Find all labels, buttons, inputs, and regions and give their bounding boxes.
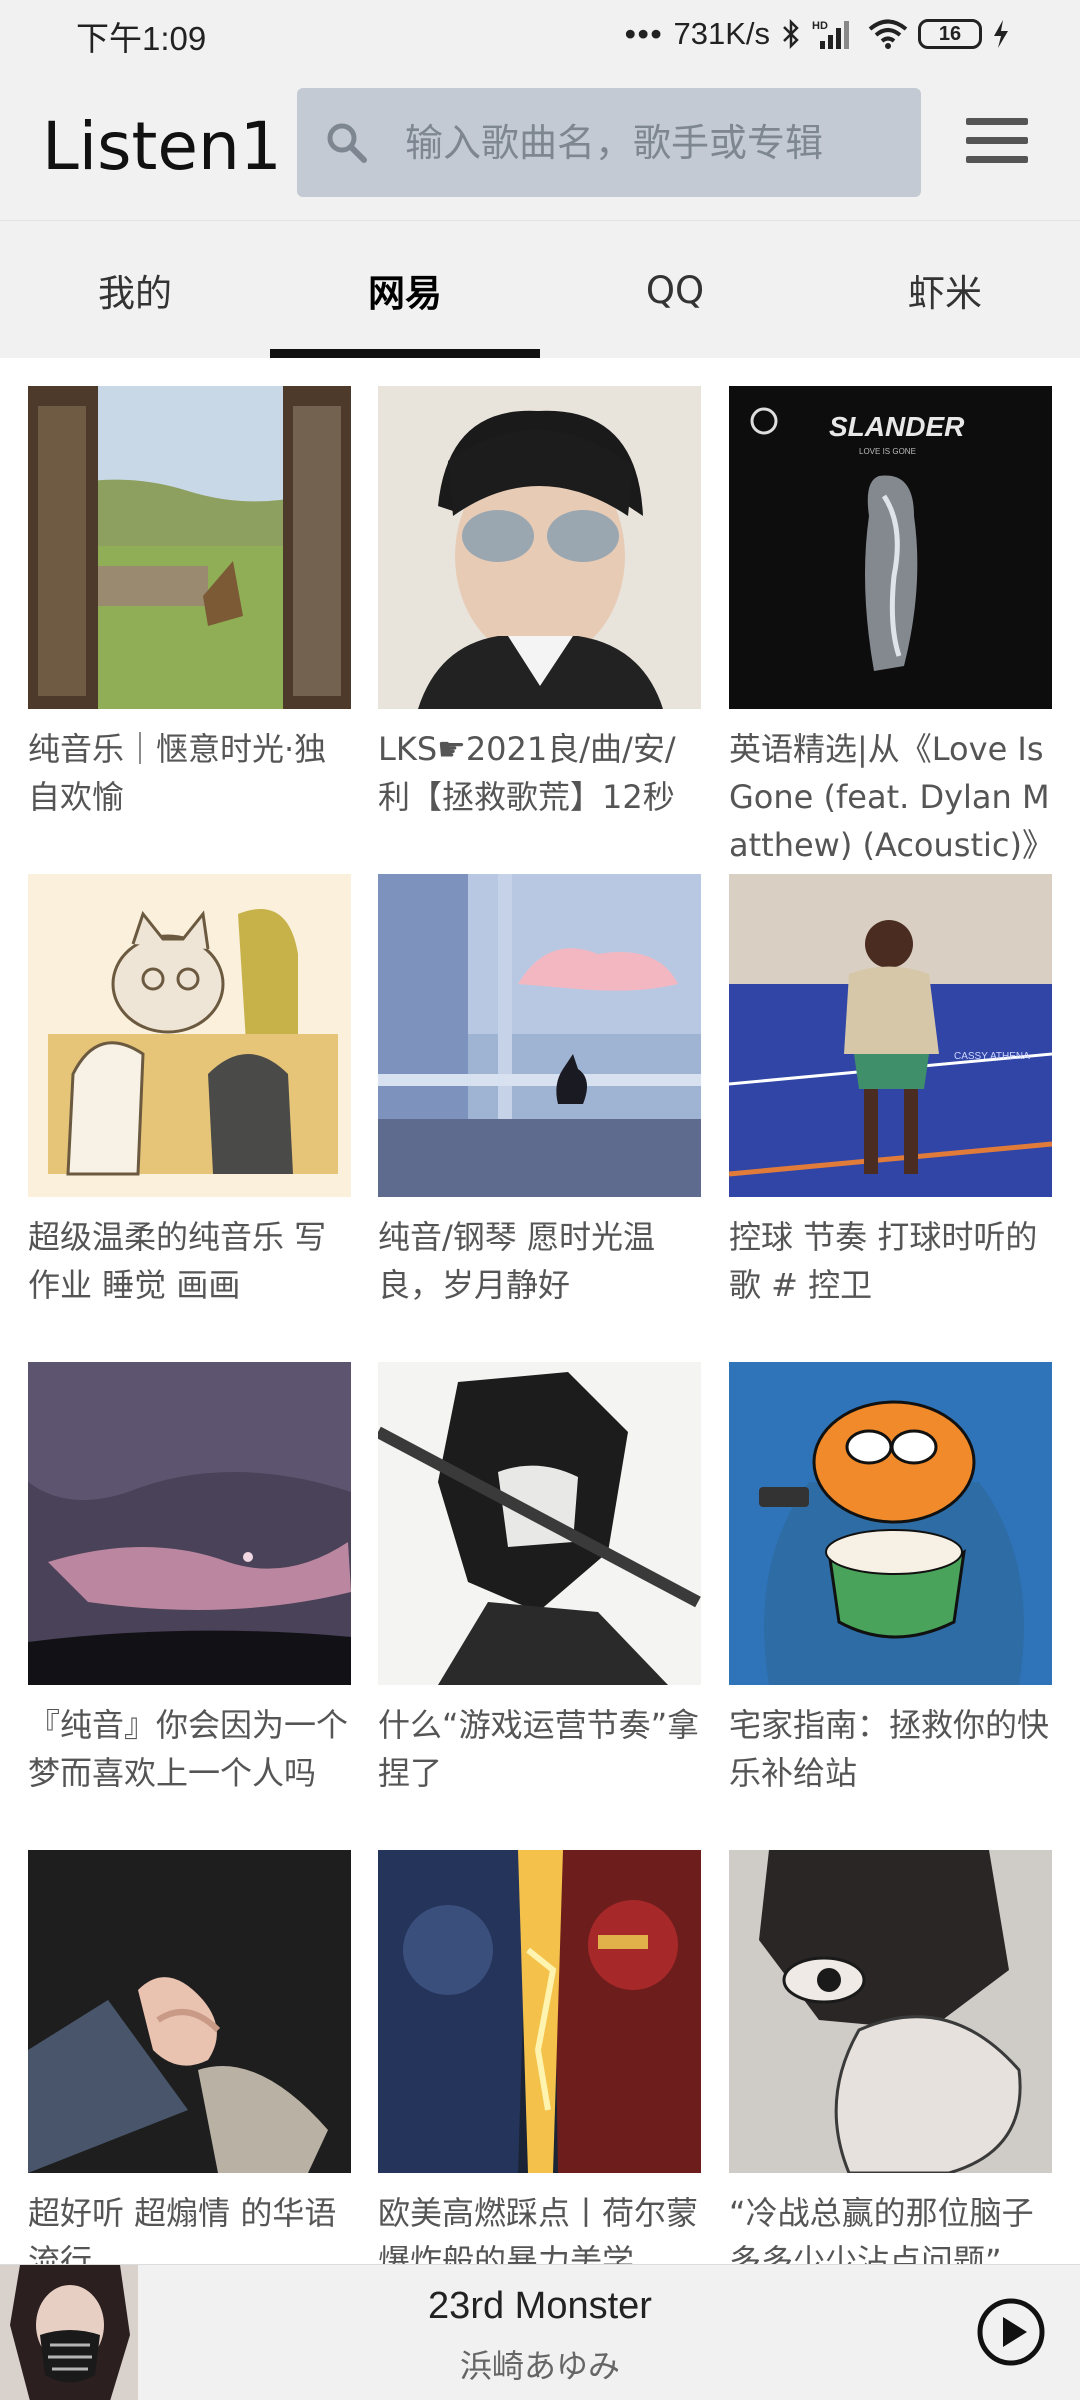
- wifi-icon: [868, 19, 908, 49]
- playlist-title: 纯音乐｜惬意时光·独自欢愉: [28, 730, 327, 816]
- bluetooth-icon: [783, 18, 799, 50]
- hd-signal-icon: HD: [812, 20, 849, 49]
- playlist-title: 欧美高燃踩点丨荷尔蒙爆炸般的暴力美学: [378, 2194, 699, 2264]
- tab-xiami[interactable]: 虾米: [810, 221, 1080, 359]
- app-title: Listen1: [42, 108, 282, 185]
- playlist-title: 纯音/钢琴 愿时光温良，岁月静好: [378, 1218, 655, 1304]
- playlist-title: LKS☛2021良/曲/安/利【拯救歌荒】12秒: [378, 730, 676, 816]
- playlist-cover: SLANDER LOVE IS GONE: [729, 386, 1052, 709]
- cover-logo-text: SLANDER: [829, 411, 965, 442]
- playlist-card[interactable]: 超级温柔的纯音乐 写作业 睡觉 画画: [28, 874, 351, 1357]
- playlist-card[interactable]: 宅家指南：拯救你的快乐补给站: [729, 1362, 1052, 1845]
- playlist-title: 英语精选|从《Love Is Gone (feat. Dylan Matthew…: [729, 730, 1050, 864]
- cover-jersey-text: CASSY ATHENA: [954, 1051, 1030, 1062]
- playlist-card[interactable]: 纯音乐｜惬意时光·独自欢愉: [28, 386, 351, 869]
- battery-icon: 16: [918, 19, 982, 49]
- playlist-title: 什么“游戏运营节奏”拿捏了: [378, 1706, 700, 1792]
- playlist-card[interactable]: “冷战总赢的那位脑子多多少少沾点问题”: [729, 1850, 1052, 2264]
- playlist-card[interactable]: 欧美高燃踩点丨荷尔蒙爆炸般的暴力美学: [378, 1850, 701, 2264]
- playlist-card[interactable]: CASSY ATHENA 控球 节奏 打球时听的歌 # 控卫: [729, 874, 1052, 1357]
- playlist-title: 超好听 超煽情 的华语流行: [28, 2194, 337, 2264]
- menu-line: [966, 156, 1028, 163]
- playlist-cover: [729, 1850, 1052, 2173]
- network-speed: 731K/s: [673, 16, 770, 51]
- playlist-cover: [378, 1850, 701, 2173]
- playlist-cover: [378, 874, 701, 1197]
- playlist-cover: [28, 1850, 351, 2173]
- now-playing-bar[interactable]: 23rd Monster 浜崎あゆみ: [0, 2264, 1080, 2400]
- playlist-title: 超级温柔的纯音乐 写作业 睡觉 画画: [28, 1218, 327, 1304]
- playlist-cover: [378, 1362, 701, 1685]
- status-time: 下午1:09: [76, 20, 207, 57]
- playlist-card[interactable]: 『纯音』你会因为一个梦而喜欢上一个人吗: [28, 1362, 351, 1845]
- playlist-cover: CASSY ATHENA: [729, 874, 1052, 1197]
- playlist-title: “冷战总赢的那位脑子多多少少沾点问题”: [729, 2194, 1034, 2264]
- charging-icon: [994, 20, 1008, 48]
- search-input[interactable]: [405, 88, 905, 197]
- more-dots-icon: •••: [624, 16, 664, 51]
- playlist-cover: [28, 874, 351, 1197]
- playlist-grid: 纯音乐｜惬意时光·独自欢愉 LKS☛2021良/曲/安/利【拯救歌荒】12秒 S…: [0, 358, 1080, 2264]
- play-icon[interactable]: [976, 2297, 1046, 2367]
- menu-line: [966, 137, 1028, 144]
- search-icon: [327, 123, 367, 163]
- playlist-title: 控球 节奏 打球时听的歌 # 控卫: [729, 1218, 1038, 1304]
- now-playing-song: 23rd Monster: [428, 2285, 652, 2327]
- status-indicators: ••• 731K/s HD 16: [625, 12, 1010, 56]
- playlist-cover: [28, 1362, 351, 1685]
- status-bar: 下午1:09 ••• 731K/s HD 16: [0, 0, 1080, 68]
- playlist-card[interactable]: SLANDER LOVE IS GONE 英语精选|从《Love Is Gone…: [729, 386, 1052, 869]
- now-playing-artist: 浜崎あゆみ: [459, 2347, 620, 2385]
- playlist-card[interactable]: LKS☛2021良/曲/安/利【拯救歌荒】12秒: [378, 386, 701, 869]
- playlist-card[interactable]: 超好听 超煽情 的华语流行: [28, 1850, 351, 2264]
- playlist-cover: [729, 1362, 1052, 1685]
- playlist-card[interactable]: 什么“游戏运营节奏”拿捏了: [378, 1362, 701, 1845]
- app-header: Listen1: [0, 68, 1080, 220]
- tab-mine[interactable]: 我的: [0, 221, 270, 359]
- playlist-title: 『纯音』你会因为一个梦而喜欢上一个人吗: [28, 1706, 349, 1792]
- playlist-cover: [28, 386, 351, 709]
- playlist-cover: [378, 386, 701, 709]
- playlist-card[interactable]: 纯音/钢琴 愿时光温良，岁月静好: [378, 874, 701, 1357]
- svg-text:HD: HD: [812, 20, 828, 32]
- menu-button[interactable]: [960, 118, 1032, 168]
- now-playing-cover[interactable]: [0, 2265, 138, 2400]
- search-box[interactable]: [297, 88, 921, 197]
- tab-qq[interactable]: QQ: [540, 221, 810, 359]
- playlist-title: 宅家指南：拯救你的快乐补给站: [729, 1706, 1050, 1792]
- cover-subtitle-text: LOVE IS GONE: [859, 447, 916, 456]
- menu-line: [966, 118, 1028, 125]
- tab-netease[interactable]: 网易: [270, 221, 540, 359]
- tab-bar: 我的 网易 QQ 虾米: [0, 220, 1080, 359]
